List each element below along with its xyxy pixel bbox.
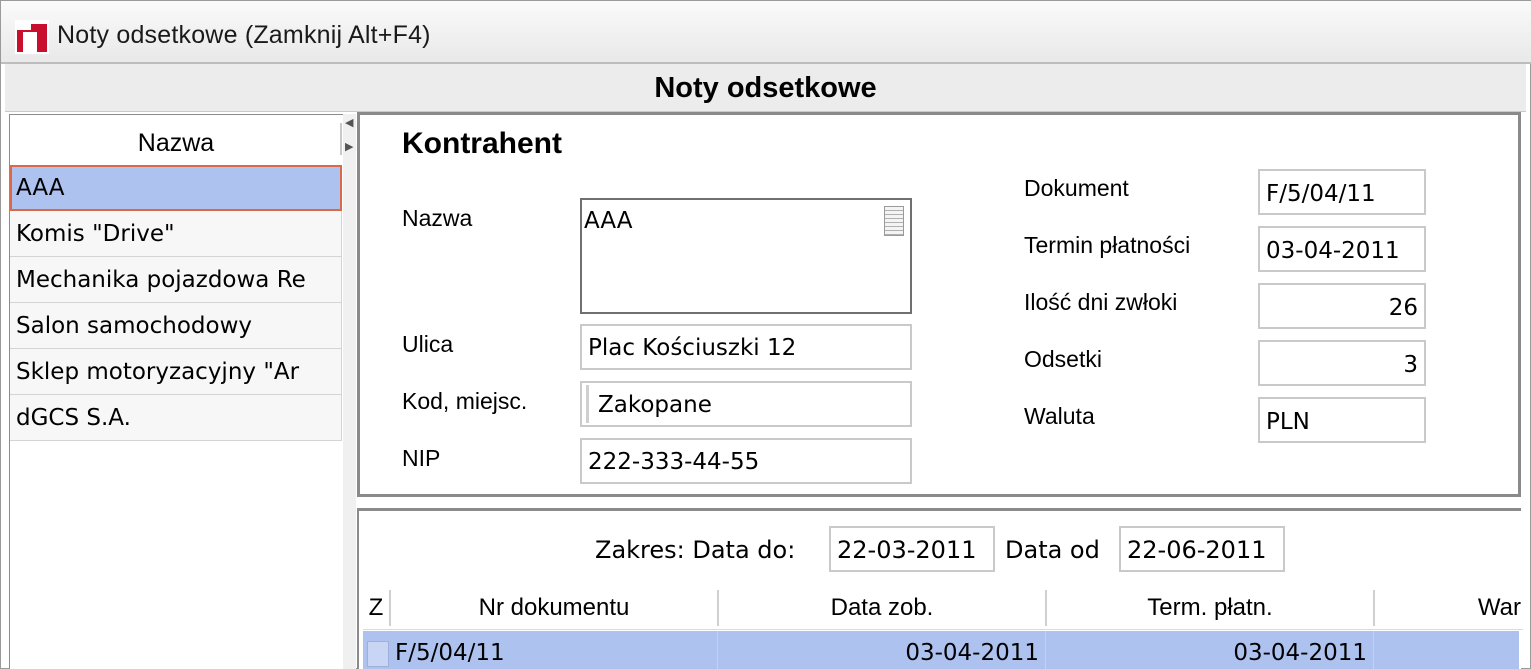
list-item[interactable]: dGCS S.A.	[10, 395, 342, 441]
pane-splitter[interactable]: ◀ ▶	[343, 114, 356, 669]
grid-header: Z Nr dokumentu Data zob. Term. płatn. Wa…	[363, 586, 1523, 630]
column-separator[interactable]	[340, 123, 342, 155]
contractor-section-title: Kontrahent	[402, 127, 562, 160]
date-from-field[interactable]: 22-06-2011	[1119, 526, 1285, 572]
col-header-z[interactable]: Z	[363, 586, 389, 630]
city-label: Kod, miejsc.	[402, 388, 528, 414]
list-item[interactable]: Komis "Drive"	[10, 211, 342, 257]
app-window: Noty odsetkowe (Zamknij Alt+F4) Noty ods…	[0, 0, 1531, 669]
currency-field[interactable]: PLN	[1258, 397, 1426, 443]
interest-field[interactable]: 3	[1258, 340, 1426, 386]
module-title: Noty odsetkowe	[654, 72, 877, 104]
col-header-date[interactable]: Data zob.	[719, 586, 1045, 630]
col-header-due-date[interactable]: Term. płatn.	[1047, 586, 1373, 630]
date-to-field[interactable]: 22-03-2011	[829, 526, 995, 572]
delay-days-field[interactable]: 26	[1258, 283, 1426, 329]
list-item[interactable]: Mechanika pojazdowa Re	[10, 257, 342, 303]
document-field[interactable]: F/5/04/11	[1258, 169, 1426, 215]
cell-date: 03-04-2011	[905, 640, 1039, 666]
documents-panel: Zakres: Data do: 22-03-2011 Data od 22-0…	[357, 508, 1523, 669]
expand-right-icon[interactable]: ▶	[345, 140, 353, 153]
table-row[interactable]: F/5/04/11 03-04-2011 03-04-2011	[363, 631, 1519, 669]
city-value: Zakopane	[598, 392, 712, 418]
nip-field[interactable]: 222-333-44-55	[580, 438, 912, 484]
list-item[interactable]: AAA	[10, 165, 342, 211]
list-item[interactable]: Salon samochodowy	[10, 303, 342, 349]
app-logo-icon	[15, 20, 49, 54]
range-to-label: Zakres: Data do:	[595, 536, 796, 564]
document-label: Dokument	[1024, 175, 1129, 201]
list-rows: AAA Komis "Drive" Mechanika pojazdowa Re…	[10, 165, 342, 441]
delay-days-label: Ilość dni zwłoki	[1024, 289, 1178, 315]
col-header-doc-number[interactable]: Nr dokumentu	[391, 586, 717, 630]
cell-value	[1375, 631, 1515, 669]
memo-icon[interactable]	[884, 206, 904, 236]
cell-separator	[1373, 631, 1374, 669]
title-bar[interactable]: Noty odsetkowe (Zamknij Alt+F4)	[1, 1, 1531, 64]
contractor-list: Nazwa AAA Komis "Drive" Mechanika pojazd…	[9, 114, 343, 669]
row-checkbox[interactable]	[367, 641, 389, 667]
interest-label: Odsetki	[1024, 346, 1102, 372]
col-header-value[interactable]: War	[1375, 586, 1523, 630]
module-header: Noty odsetkowe	[5, 64, 1526, 112]
contractor-panel: Kontrahent Nazwa AAA Ulica Plac Kościusz…	[357, 112, 1521, 497]
collapse-left-icon[interactable]: ◀	[345, 116, 353, 129]
city-field[interactable]: Zakopane	[580, 381, 912, 427]
street-label: Ulica	[402, 331, 454, 357]
window-title: Noty odsetkowe (Zamknij Alt+F4)	[57, 21, 431, 49]
list-column-header-label: Nazwa	[137, 129, 215, 157]
name-label: Nazwa	[402, 205, 473, 231]
name-value: AAA	[584, 208, 633, 234]
due-date-field[interactable]: 03-04-2011	[1258, 226, 1426, 272]
due-date-label: Termin płatności	[1024, 232, 1191, 258]
postal-code-field[interactable]	[586, 385, 589, 423]
currency-label: Waluta	[1024, 403, 1095, 429]
cell-doc-number: F/5/04/11	[395, 640, 505, 666]
nip-label: NIP	[402, 445, 441, 471]
cell-due-date: 03-04-2011	[1233, 640, 1367, 666]
name-memo-field[interactable]: AAA	[580, 198, 912, 314]
cell-separator	[1045, 631, 1046, 669]
street-field[interactable]: Plac Kościuszki 12	[580, 324, 912, 370]
list-column-header[interactable]: Nazwa	[10, 115, 342, 163]
list-item[interactable]: Sklep motoryzacyjny "Ar	[10, 349, 342, 395]
range-from-label: Data od	[1005, 536, 1100, 564]
cell-separator	[717, 631, 718, 669]
